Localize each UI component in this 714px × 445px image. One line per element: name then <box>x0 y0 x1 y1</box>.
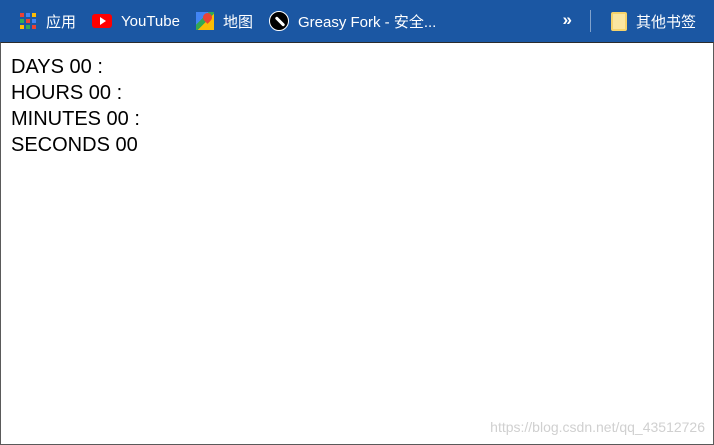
bookmark-maps[interactable]: 地图 <box>188 0 261 42</box>
bookmark-apps[interactable]: 应用 <box>0 0 84 42</box>
maps-icon <box>195 12 214 30</box>
other-bookmarks-label: 其他书签 <box>635 13 696 31</box>
other-bookmarks-folder[interactable]: 其他书签 <box>603 0 714 42</box>
watermark-text: https://blog.csdn.net/qq_43512726 <box>490 419 705 435</box>
youtube-icon <box>92 14 113 28</box>
apps-grid-icon <box>19 12 37 30</box>
countdown-seconds: SECONDS 00 <box>11 134 138 156</box>
folder-icon <box>610 11 627 31</box>
bookmark-label: 地图 <box>222 13 253 31</box>
bookmarks-divider <box>589 10 591 32</box>
countdown-hours: HOURS 00 : <box>11 82 123 104</box>
countdown-days: DAYS 00 : <box>11 56 103 78</box>
bookmarks-overflow-chevron-icon[interactable]: » <box>563 10 582 30</box>
bookmark-greasy-fork[interactable]: Greasy Fork - 安全... <box>261 0 444 42</box>
greasy-fork-icon <box>268 11 289 31</box>
countdown-minutes: MINUTES 00 : <box>11 108 140 130</box>
countdown-display: DAYS 00 : HOURS 00 : MINUTES 00 : SECOND… <box>11 54 140 158</box>
bookmarks-bar: 应用 YouTube 地图 Greasy Fork - 安全... » 其他书签 <box>0 0 714 42</box>
bookmark-label: Greasy Fork - 安全... <box>297 13 437 31</box>
bookmark-youtube[interactable]: YouTube <box>84 0 188 42</box>
bookmark-label: 应用 <box>46 13 77 31</box>
bookmark-label: YouTube <box>121 12 180 30</box>
